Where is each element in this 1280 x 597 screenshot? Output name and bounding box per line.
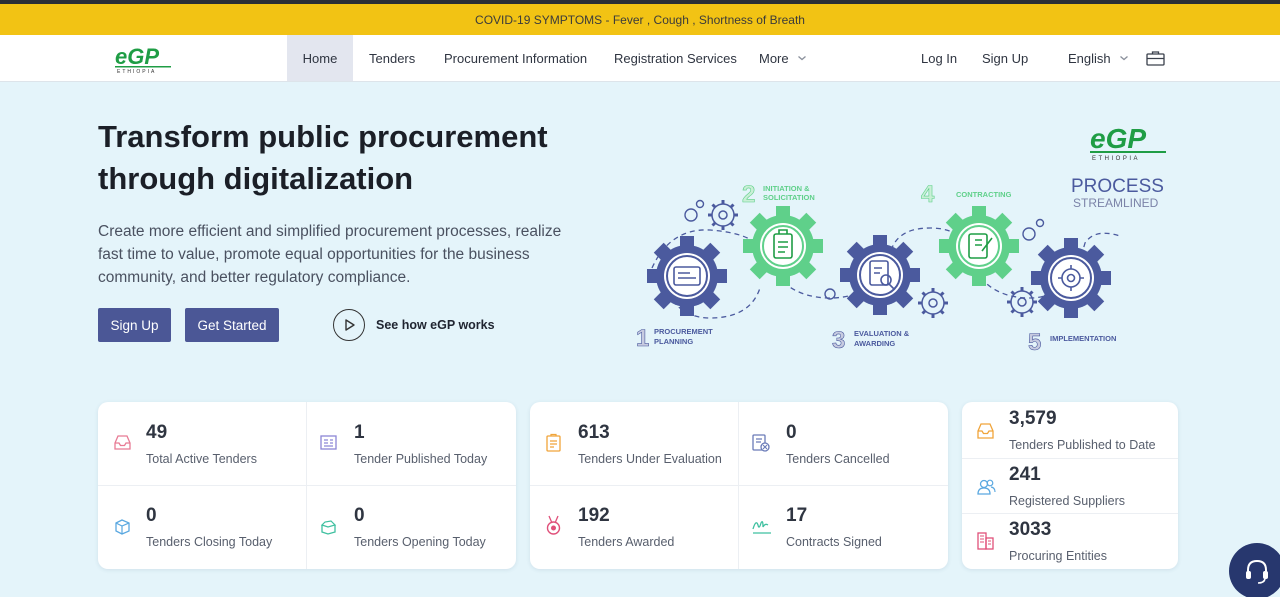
login-label: Log In [921,50,958,66]
step-4-label-1: CONTRACTING [956,190,1012,199]
stat-label: Tenders Closing Today [146,535,273,549]
step-4-number: 4 [921,181,935,208]
nav-procurement-information-label: Procurement Information [444,50,588,66]
login-link[interactable]: Log In [921,35,957,81]
stat-value: 3033 [1009,519,1052,540]
language-selector[interactable]: English [1068,35,1129,81]
play-icon [333,309,365,341]
briefcase-button[interactable] [1146,35,1165,81]
clipboard-icon [546,433,561,452]
nav-registration-services[interactable]: Registration Services [614,35,737,81]
open-box-icon [320,520,337,535]
stat-label: Tenders Published to Date [1009,438,1156,452]
step-5-number: 5 [1028,329,1041,356]
get-started-button[interactable]: Get Started [185,308,279,342]
step-2-label-2: SOLICITATION [763,193,815,202]
stat-value: 192 [578,505,610,526]
medal-icon [546,515,561,535]
process-illustration: 1 PROCUREMENT PLANNING 2 INITIATION & SO… [636,123,1166,356]
hero-signup-button[interactable]: Sign Up [98,308,171,342]
step-2-label-1: INITIATION & [763,184,810,193]
see-how-label: See how eGP works [376,318,495,332]
buildings-icon [977,532,994,550]
banner-text: COVID-19 SYMPTOMS - Fever , Cough , Shor… [475,12,805,27]
headset-icon [1246,559,1268,584]
stat-label: Total Active Tenders [146,452,257,466]
signup-label: Sign Up [982,50,1029,66]
cancelled-document-icon [752,434,770,452]
language-label: English [1068,50,1111,66]
stat-value: 0 [354,505,365,526]
hero-description: Create more efficient and simplified pro… [98,223,562,286]
see-how-link[interactable]: See how eGP works [333,309,495,341]
nav-tenders[interactable]: Tenders [369,35,415,81]
chevron-down-icon [1119,56,1128,61]
stat-label: Tenders Under Evaluation [578,452,722,466]
chevron-down-icon [797,56,806,61]
briefcase-icon [1146,51,1165,66]
box-icon [115,519,130,535]
hero-title: Transform public procurement through dig… [98,119,548,196]
stat-value: 17 [786,505,808,526]
step-1-label-2: PLANNING [654,337,693,346]
stats-card-evaluation: 613 Tenders Under Evaluation 0 Tenders C… [530,402,948,569]
nav-more-label: More [759,50,789,66]
navbar: eGP ETHIOPIA Home Tenders Procurement In… [0,35,1280,82]
svg-text:ETHIOPIA: ETHIOPIA [117,69,156,74]
stat-label: Procuring Entities [1009,549,1107,563]
get-started-label: Get Started [197,317,267,333]
step-2-number: 2 [742,181,755,208]
stat-label: Tenders Awarded [578,535,675,549]
signup-link[interactable]: Sign Up [982,35,1028,81]
stat-label: Tenders Cancelled [786,452,890,466]
stat-value: 3,579 [1009,408,1057,429]
nav-more[interactable]: More [759,35,807,81]
step-5-label-1: IMPLEMENTATION [1050,334,1116,343]
nav-home[interactable]: Home [287,35,353,81]
process-logo: eGP [1090,123,1146,154]
support-chat-button[interactable] [1229,543,1280,597]
newspaper-icon [320,435,337,450]
step-1-number: 1 [636,325,649,352]
users-icon [977,479,996,495]
stat-label: Registered Suppliers [1009,494,1126,508]
process-logo-sub: ETHIOPIA [1092,156,1140,162]
stat-label: Tenders Opening Today [354,535,486,549]
stats-card-totals: 3,579 Tenders Published to Date 241 Regi… [962,402,1178,569]
stat-value: 241 [1009,464,1041,485]
inbox-icon [114,435,131,450]
stat-label: Contracts Signed [786,535,882,549]
nav-home-label: Home [302,50,338,66]
stat-value: 1 [354,422,365,443]
hero-signup-label: Sign Up [110,317,159,333]
step-3-number: 3 [832,327,845,354]
nav-tenders-label: Tenders [369,50,416,66]
stat-value: 0 [146,505,157,526]
covid-banner: COVID-19 SYMPTOMS - Fever , Cough , Shor… [0,4,1280,35]
egp-logo[interactable]: eGP ETHIOPIA [113,44,173,74]
nav-registration-services-label: Registration Services [614,50,737,66]
step-3-label-1: EVALUATION & [854,329,910,338]
stat-label: Tender Published Today [354,452,488,466]
process-title: PROCESS [1071,176,1164,197]
step-3-label-2: AWARDING [854,339,895,348]
signature-icon [752,521,771,534]
stats-card-tenders: 49 Total Active Tenders 1 Tender Publish… [98,402,516,569]
inbox-icon [977,423,994,439]
process-subtitle: STREAMLINED [1073,196,1159,210]
stat-value: 49 [146,422,168,443]
nav-procurement-information[interactable]: Procurement Information [444,35,587,81]
stat-value: 0 [786,422,797,443]
step-1-label-1: PROCUREMENT [654,327,713,336]
stat-value: 613 [578,422,610,443]
svg-text:eGP: eGP [115,44,159,69]
